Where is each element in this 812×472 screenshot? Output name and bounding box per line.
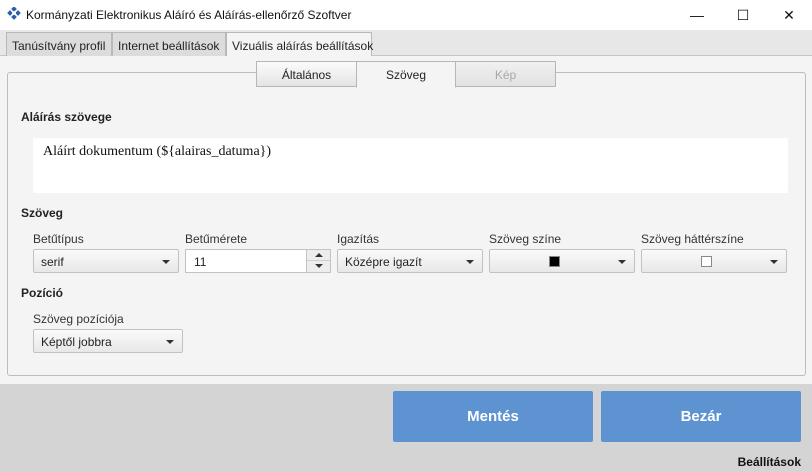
text-color-picker[interactable]	[489, 249, 635, 273]
text-position-label: Szöveg pozíciója	[33, 312, 124, 326]
text-color-swatch	[549, 256, 560, 267]
increment-arrow-icon[interactable]	[307, 250, 330, 261]
text-position-select[interactable]: Képtől jobbra	[33, 329, 183, 353]
alignment-value: Középre igazít	[345, 255, 422, 269]
text-background-color-label: Szöveg háttérszíne	[641, 232, 744, 246]
subtab-image[interactable]: Kép	[455, 61, 556, 87]
chevron-down-icon	[166, 340, 174, 344]
tab-internet-settings[interactable]: Internet beállítások	[112, 32, 226, 56]
position-section-heading: Pozíció	[21, 286, 64, 300]
title-bar: Kormányzati Elektronikus Aláíró és Aláír…	[0, 0, 812, 30]
alignment-label: Igazítás	[337, 232, 380, 246]
status-text: Beállítások	[737, 455, 801, 469]
minimize-button[interactable]: —	[674, 0, 720, 30]
main-tab-strip: Tanúsítvány profil Internet beállítások …	[0, 30, 812, 57]
window-title: Kormányzati Elektronikus Aláíró és Aláír…	[26, 8, 352, 22]
maximize-icon: ☐	[736, 6, 750, 23]
app-logo-icon	[7, 7, 21, 20]
text-position-value: Képtől jobbra	[41, 335, 112, 349]
font-family-value: serif	[41, 255, 64, 269]
tab-certificate-profile[interactable]: Tanúsítvány profil	[6, 32, 112, 56]
signature-text-heading: Aláírás szövege	[21, 110, 112, 124]
font-family-select[interactable]: serif	[33, 249, 179, 273]
alignment-select[interactable]: Középre igazít	[337, 249, 483, 273]
close-icon: ✕	[783, 6, 795, 23]
chevron-down-icon	[618, 260, 626, 264]
chevron-down-icon	[162, 260, 170, 264]
close-window-button[interactable]: ✕	[766, 0, 812, 30]
status-bar: Beállítások	[0, 452, 812, 472]
close-button[interactable]: Bezár	[601, 391, 801, 442]
tab-visual-signature-settings[interactable]: Vizuális aláírás beállítások	[226, 32, 373, 57]
font-size-label: Betűmérete	[185, 232, 248, 246]
stepper-buttons	[306, 250, 330, 272]
subtab-general[interactable]: Általános	[256, 61, 357, 87]
subtab-text[interactable]: Szöveg	[356, 61, 456, 88]
signature-text-input[interactable]: Aláírt dokumentum (${alairas_datuma})	[33, 138, 788, 193]
text-section-heading: Szöveg	[21, 206, 64, 220]
chevron-down-icon	[770, 260, 778, 264]
save-button[interactable]: Mentés	[393, 391, 593, 442]
maximize-button[interactable]: ☐	[720, 0, 766, 30]
background-color-swatch	[701, 256, 712, 267]
decrement-arrow-icon[interactable]	[307, 261, 330, 272]
text-color-label: Szöveg színe	[489, 232, 562, 246]
font-family-label: Betűtípus	[33, 232, 84, 246]
chevron-down-icon	[466, 260, 474, 264]
text-background-color-picker[interactable]	[641, 249, 787, 273]
minimize-icon: —	[690, 7, 704, 23]
font-size-stepper[interactable]: 11	[185, 249, 331, 273]
font-size-value: 11	[194, 255, 207, 269]
